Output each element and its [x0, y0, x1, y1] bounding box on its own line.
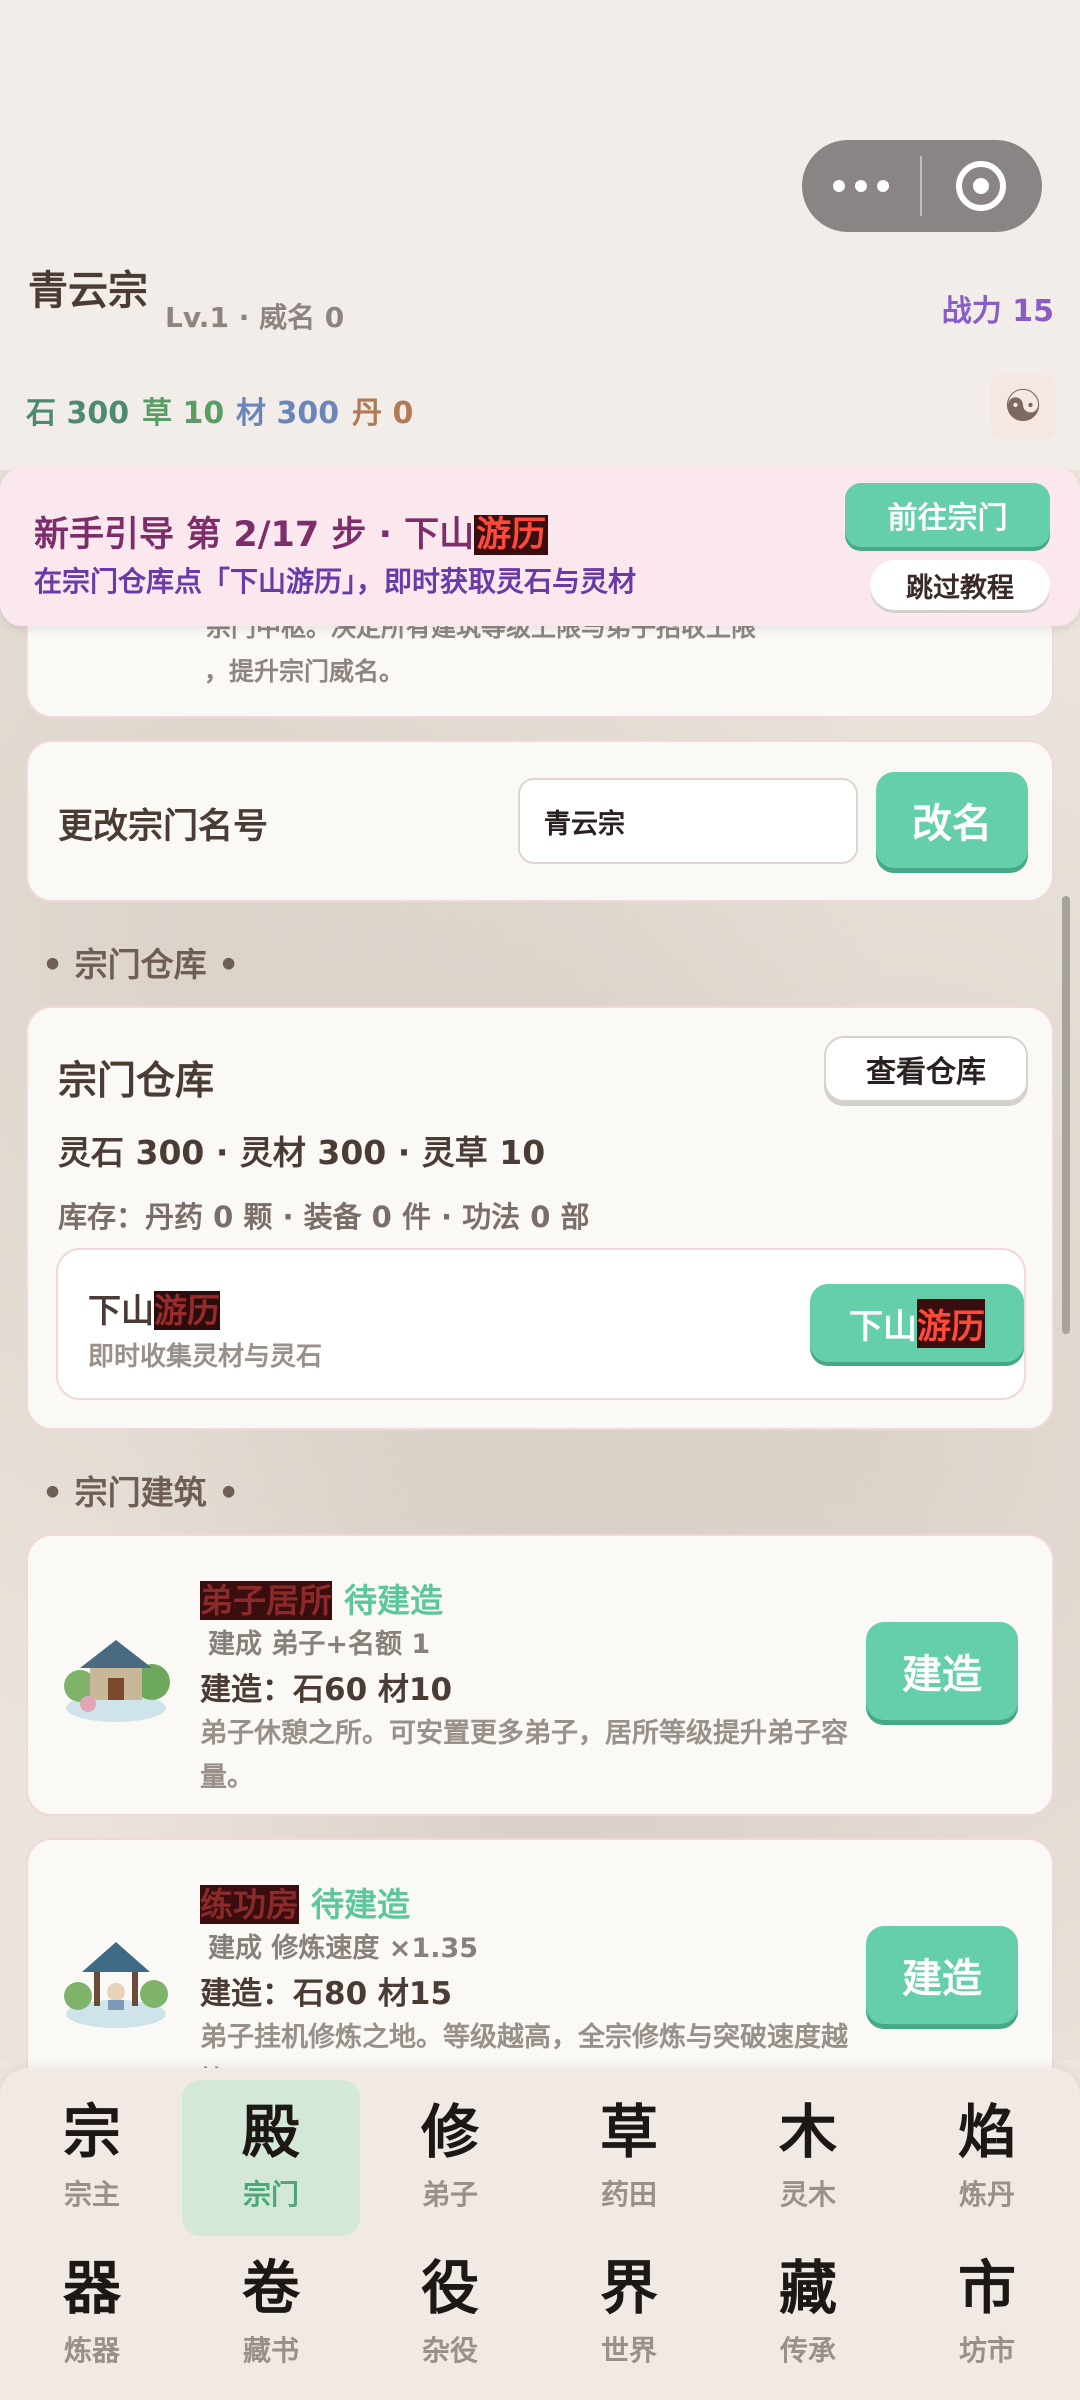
guide-title-highlight: 游历 [474, 515, 549, 555]
nav-item-spirit-wood[interactable]: 木灵木 [719, 2080, 897, 2236]
buildings-section-heading: • 宗门建筑 • [42, 1473, 240, 1512]
expedition-title: 下山游历 [88, 1291, 220, 1330]
nav-item-world[interactable]: 界世界 [540, 2236, 718, 2392]
nav-glyph-icon: 卷 [241, 2254, 300, 2322]
nav-glyph-icon: 焰 [957, 2098, 1016, 2166]
sect-name: 青云宗 [28, 268, 148, 314]
building-state: 待建造 [311, 1885, 410, 1924]
guide-title: 新手引导 第 2/17 步 · 下山游历 [34, 515, 549, 555]
expedition-button-highlight: 游历 [917, 1298, 985, 1348]
more-menu-icon[interactable] [802, 140, 920, 232]
nav-glyph-icon: 市 [957, 2254, 1016, 2322]
nav-glyph-icon: 器 [62, 2254, 121, 2322]
warehouse-section-heading: • 宗门仓库 • [42, 945, 240, 984]
nav-label: 药田 [600, 2178, 657, 2211]
top-header: 青云宗 Lv.1 · 威名 0 战力 15 石 300 草 10 材 300 丹… [0, 0, 1080, 470]
nav-label: 炼丹 [958, 2178, 1015, 2211]
nav-item-forging[interactable]: 器炼器 [3, 2236, 181, 2392]
nav-glyph-icon: 修 [420, 2098, 479, 2166]
expedition-button[interactable]: 下山 游历 [810, 1284, 1024, 1362]
mini-program-capsule [802, 140, 1042, 232]
goto-sect-button[interactable]: 前往宗门 [845, 483, 1050, 547]
nav-label: 藏书 [242, 2334, 299, 2367]
nav-glyph-icon: 木 [778, 2098, 837, 2166]
nav-glyph-icon: 藏 [778, 2254, 837, 2322]
warehouse-title: 宗门仓库 [58, 1059, 215, 1104]
nav-glyph-icon: 役 [420, 2254, 479, 2322]
resource-material: 材 300 [236, 396, 340, 431]
building-description: 弟子休憩之所。可安置更多弟子，居所等级提升弟子容量。 [200, 1718, 848, 1793]
nav-item-servants[interactable]: 役杂役 [361, 2236, 539, 2392]
expedition-panel: 下山游历 即时收集灵材与灵石 下山 游历 [56, 1248, 1026, 1400]
nav-label: 坊市 [958, 2334, 1015, 2367]
tutorial-guide-banner: 新手引导 第 2/17 步 · 下山游历 在宗门仓库点「下山游历」，即时获取灵石… [0, 468, 1080, 626]
building-cost: 建造：石80 材15 [200, 1976, 453, 2012]
building-effect: 建成 修炼速度 ×1.35 [208, 1933, 479, 1964]
sect-name-input[interactable]: 青云宗 [518, 778, 858, 864]
nav-label: 灵木 [779, 2178, 836, 2211]
nav-item-alchemy[interactable]: 焰炼丹 [898, 2080, 1076, 2236]
warehouse-card: 宗门仓库 查看仓库 灵石 300 · 灵材 300 · 灵草 10 库存：丹药 … [26, 1006, 1054, 1430]
rename-label: 更改宗门名号 [58, 807, 269, 847]
scrollbar[interactable] [1062, 896, 1070, 1334]
building-cost: 建造：石60 材10 [200, 1672, 453, 1708]
nav-label: 传承 [779, 2334, 836, 2367]
bottom-navigation: 宗宗主 殿宗门 修弟子 草药田 木灵木 焰炼丹 器炼器 卷藏书 役杂役 界世界 … [0, 2068, 1080, 2400]
skip-tutorial-button[interactable]: 跳过教程 [870, 560, 1050, 610]
view-warehouse-button[interactable]: 查看仓库 [824, 1036, 1028, 1102]
nav-label: 世界 [600, 2334, 657, 2367]
build-button[interactable]: 建造 [866, 1622, 1018, 1720]
resource-herb: 草 10 [142, 396, 225, 431]
nav-item-sect-master[interactable]: 宗宗主 [3, 2080, 181, 2236]
warehouse-resources: 灵石 300 · 灵材 300 · 灵草 10 [58, 1133, 546, 1172]
dorm-building-icon [60, 1616, 172, 1728]
nav-item-library[interactable]: 卷藏书 [182, 2236, 360, 2392]
sect-level-fame: Lv.1 · 威名 0 [165, 301, 345, 334]
nav-label: 弟子 [421, 2178, 478, 2211]
warehouse-stock: 库存：丹药 0 颗 · 装备 0 件 · 功法 0 部 [58, 1200, 590, 1234]
expedition-title-highlight: 游历 [154, 1291, 220, 1330]
resource-stone: 石 300 [26, 396, 130, 431]
build-button[interactable]: 建造 [866, 1926, 1018, 2024]
resource-pill: 丹 0 [352, 396, 414, 431]
nav-label: 宗主 [63, 2178, 120, 2211]
building-card-dorm: 弟子居所 待建造 建成 弟子+名额 1 建造：石60 材10 弟子休憩之所。可安置… [26, 1534, 1054, 1816]
nav-item-inheritance[interactable]: 藏传承 [719, 2236, 897, 2392]
building-name: 弟子居所 待建造 [200, 1581, 443, 1620]
nav-glyph-icon: 殿 [241, 2098, 300, 2166]
guide-subtitle: 在宗门仓库点「下山游历」，即时获取灵石与灵材 [34, 565, 637, 598]
rename-button[interactable]: 改名 [876, 772, 1028, 868]
building-name: 练功房 待建造 [200, 1885, 410, 1924]
nav-label: 宗门 [242, 2178, 299, 2211]
nav-item-herb-field[interactable]: 草药田 [540, 2080, 718, 2236]
building-effect: 建成 弟子+名额 1 [208, 1629, 431, 1660]
nav-item-sect[interactable]: 殿宗门 [182, 2080, 360, 2236]
nav-glyph-icon: 草 [599, 2098, 658, 2166]
combat-power: 战力 15 [941, 294, 1054, 329]
building-state: 待建造 [344, 1581, 443, 1620]
nav-label: 杂役 [421, 2334, 478, 2367]
rename-card: 更改宗门名号 青云宗 改名 [26, 740, 1054, 902]
expedition-subtitle: 即时收集灵材与灵石 [88, 1342, 323, 1372]
hall-desc-line2: ，提升宗门威名。 [204, 657, 405, 686]
nav-label: 炼器 [63, 2334, 120, 2367]
close-target-icon[interactable] [922, 140, 1040, 232]
nav-item-market[interactable]: 市坊市 [898, 2236, 1076, 2392]
yinyang-icon[interactable]: ☯ [990, 374, 1056, 440]
pavilion-building-icon [60, 1920, 172, 2032]
nav-glyph-icon: 界 [599, 2254, 658, 2322]
nav-glyph-icon: 宗 [62, 2098, 121, 2166]
nav-item-disciples[interactable]: 修弟子 [361, 2080, 539, 2236]
